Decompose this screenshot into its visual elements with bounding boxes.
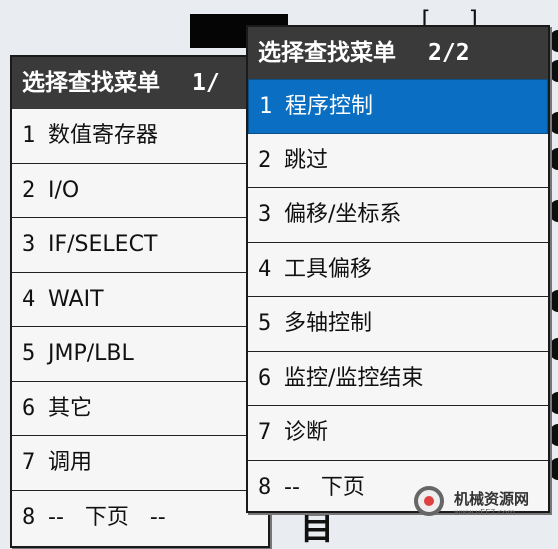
menu-2-header: 选择查找菜单 2/2	[248, 27, 548, 79]
menu-1-item-call[interactable]: 7 调用	[12, 436, 268, 491]
watermark-url: www.vEE7.com	[454, 508, 515, 517]
menu-2-item-offset-frame[interactable]: 3 偏移/坐标系	[248, 188, 548, 243]
right-edge-marker	[550, 60, 558, 82]
watermark: 机械资源网 www.vEE7.com	[414, 482, 554, 522]
menu-2-title: 选择查找菜单	[258, 40, 396, 66]
menu-1-item-jmp-lbl[interactable]: 5 JMP/LBL	[12, 327, 268, 382]
menu-1-item-register[interactable]: 1 数值寄存器	[12, 109, 268, 164]
gear-logo-icon	[414, 486, 444, 516]
menu-1-title: 选择查找菜单	[22, 70, 160, 96]
right-edge-marker	[550, 392, 558, 414]
menu-2-item-skip[interactable]: 2 跳过	[248, 134, 548, 188]
menu-1-page-indicator: 1/	[192, 70, 220, 96]
watermark-name: 机械资源网	[454, 490, 530, 508]
right-edge-marker	[550, 290, 558, 312]
menu-1-header: 选择查找菜单 1/	[12, 57, 268, 109]
right-edge-marker	[550, 148, 558, 170]
right-edge-marker	[550, 338, 558, 360]
right-edge-marker	[550, 112, 558, 134]
menu-1-item-if-select[interactable]: 3 IF/SELECT	[12, 218, 268, 273]
search-menu-page-2: 选择查找菜单 2/2 1 程序控制 2 跳过 3 偏移/坐标系 4 工具偏移 5 多轴控制 …	[246, 25, 550, 513]
menu-2-item-monitor[interactable]: 6 监控/监控结束	[248, 352, 548, 406]
menu-1-item-wait[interactable]: 4 WAIT	[12, 273, 268, 327]
search-menu-page-1: 选择查找菜单 1/ 1 数值寄存器 2 I/O 3 IF/SELECT 4 WAIT 5J…	[10, 55, 270, 548]
menu-2-item-multi-axis[interactable]: 5 多轴控制	[248, 297, 548, 352]
right-edge-marker	[550, 200, 558, 222]
right-edge-marker	[550, 424, 558, 446]
right-edge-marker	[550, 30, 558, 52]
menu-2-item-diagnose[interactable]: 7 诊断	[248, 406, 548, 461]
menu-1-item-next-page[interactable]: 8 -- 下页 --	[12, 491, 268, 546]
menu-1-item-io[interactable]: 2 I/O	[12, 164, 268, 218]
menu-2-page-indicator: 2/2	[428, 40, 470, 66]
right-edge-marker	[550, 458, 558, 480]
menu-2-item-program-control[interactable]: 1 程序控制	[248, 79, 548, 134]
menu-1-item-other[interactable]: 6 其它	[12, 382, 268, 436]
menu-2-item-tool-offset[interactable]: 4 工具偏移	[248, 243, 548, 297]
